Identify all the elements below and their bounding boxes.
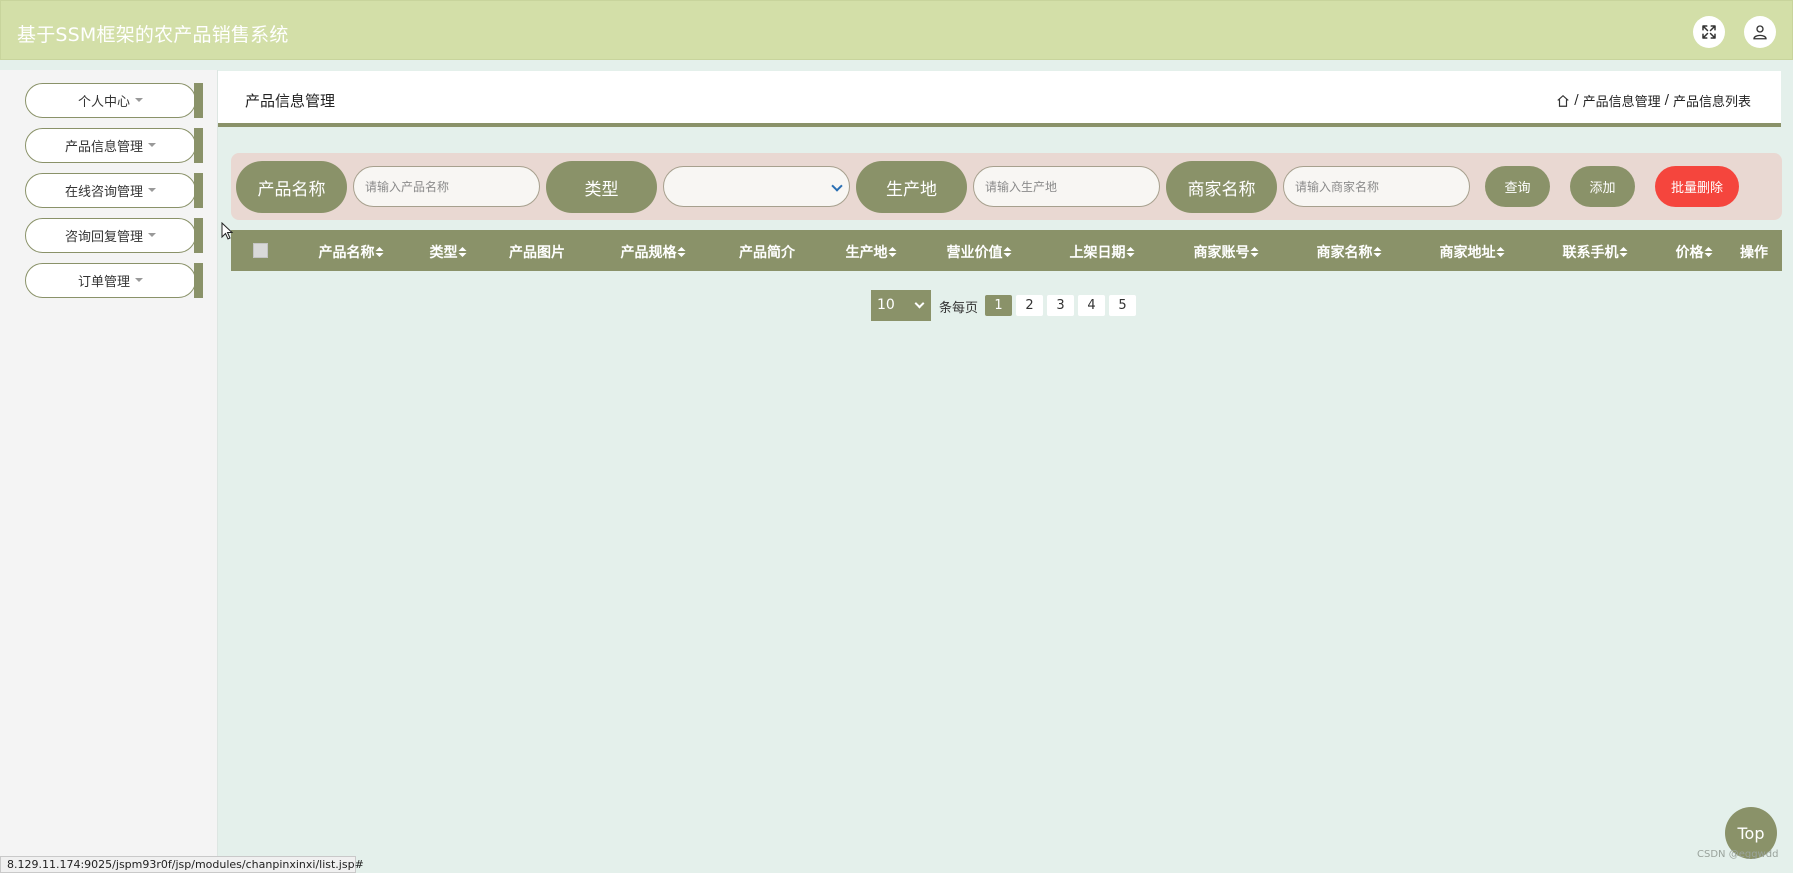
sidebar-item-online-consult[interactable]: 在线咨询管理 xyxy=(25,173,203,208)
fullscreen-icon xyxy=(1702,25,1716,39)
sort-icon xyxy=(1003,246,1012,258)
column-header-price[interactable]: 价格 xyxy=(1676,242,1713,262)
sort-icon xyxy=(677,246,686,258)
column-header-merchant-address[interactable]: 商家地址 xyxy=(1440,242,1505,262)
query-button[interactable]: 查询 xyxy=(1485,166,1550,207)
app-title: 基于SSM框架的农产品销售系统 xyxy=(17,24,289,46)
chevron-down-icon xyxy=(914,298,925,309)
table-header: 产品名称 类型 产品图片 产品规格 产品简介 生产地 营业价值 上架日期 商家账… xyxy=(231,230,1782,271)
column-header-merchant-account[interactable]: 商家账号 xyxy=(1194,242,1259,262)
chevron-down-icon xyxy=(831,180,843,192)
merchant-name-input[interactable] xyxy=(1283,166,1470,207)
panel-header: 产品信息管理 / 产品信息管理 / 产品信息列表 xyxy=(218,71,1781,127)
user-button[interactable] xyxy=(1744,16,1776,48)
column-header-product-intro: 产品简介 xyxy=(739,245,795,261)
sort-icon xyxy=(1496,246,1505,258)
sort-icon xyxy=(375,246,384,258)
column-header-product-spec[interactable]: 产品规格 xyxy=(621,242,686,262)
sort-icon xyxy=(1619,246,1628,258)
type-select[interactable] xyxy=(663,166,850,207)
search-bar: 产品名称 类型 生产地 商家名称 查询 添加 批量删除 xyxy=(231,153,1782,220)
product-name-label: 产品名称 xyxy=(236,161,347,213)
caret-down-icon xyxy=(148,142,156,147)
add-button[interactable]: 添加 xyxy=(1570,166,1635,207)
sort-icon xyxy=(1704,246,1713,258)
breadcrumb-item-product-info[interactable]: 产品信息管理 xyxy=(1583,91,1661,110)
product-name-input[interactable] xyxy=(353,166,540,207)
status-url: 8.129.11.174:9025/jspm93r0f/jsp/modules/… xyxy=(0,856,364,873)
top-header: 基于SSM框架的农产品销售系统 xyxy=(0,0,1793,60)
mouse-cursor-icon xyxy=(221,222,233,240)
sidebar: 个人中心 产品信息管理 在线咨询管理 咨询回复管理 订单管理 xyxy=(0,70,218,873)
sort-icon xyxy=(1126,246,1135,258)
sort-icon xyxy=(888,246,897,258)
page-button-4[interactable]: 4 xyxy=(1078,295,1105,316)
caret-down-icon xyxy=(135,97,143,102)
column-header-business-value[interactable]: 营业价值 xyxy=(947,242,1012,262)
column-header-actions: 操作 xyxy=(1740,245,1768,261)
column-header-origin[interactable]: 生产地 xyxy=(846,242,897,262)
sort-icon xyxy=(1250,246,1259,258)
breadcrumb-separator: / xyxy=(1574,93,1579,108)
sidebar-item-label: 咨询回复管理 xyxy=(64,230,143,245)
breadcrumb-item-product-list: 产品信息列表 xyxy=(1672,95,1751,110)
page-button-5[interactable]: 5 xyxy=(1109,295,1136,316)
merchant-name-label: 商家名称 xyxy=(1166,161,1277,213)
page-title: 产品信息管理 xyxy=(245,92,336,110)
sidebar-item-consult-reply[interactable]: 咨询回复管理 xyxy=(25,218,203,253)
sidebar-item-orders[interactable]: 订单管理 xyxy=(25,263,203,298)
user-icon xyxy=(1753,25,1767,40)
breadcrumb-separator: / xyxy=(1664,93,1669,108)
page-button-2[interactable]: 2 xyxy=(1016,295,1043,316)
sidebar-item-label: 产品信息管理 xyxy=(64,140,143,155)
caret-down-icon xyxy=(135,277,143,282)
sidebar-item-label: 在线咨询管理 xyxy=(64,185,143,200)
breadcrumb: / 产品信息管理 / 产品信息列表 xyxy=(1556,91,1751,110)
per-page-label: 条每页 xyxy=(939,301,979,316)
sort-icon xyxy=(1373,246,1382,258)
caret-down-icon xyxy=(148,187,156,192)
sidebar-item-personal-center[interactable]: 个人中心 xyxy=(25,83,203,118)
page-size-select[interactable]: 10 xyxy=(871,290,931,321)
watermark: CSDN @eggwdd xyxy=(1697,849,1779,860)
home-icon[interactable] xyxy=(1556,94,1570,108)
type-label: 类型 xyxy=(546,161,657,213)
column-header-product-image: 产品图片 xyxy=(509,245,565,261)
sidebar-item-product-info[interactable]: 产品信息管理 xyxy=(25,128,203,163)
column-header-type[interactable]: 类型 xyxy=(430,242,467,262)
column-header-merchant-name[interactable]: 商家名称 xyxy=(1317,242,1382,262)
caret-down-icon xyxy=(148,232,156,237)
column-header-product-name[interactable]: 产品名称 xyxy=(319,242,384,262)
column-header-contact-phone[interactable]: 联系手机 xyxy=(1563,242,1628,262)
column-header-listing-date[interactable]: 上架日期 xyxy=(1070,242,1135,262)
origin-label: 生产地 xyxy=(856,161,967,213)
sidebar-item-label: 个人中心 xyxy=(77,95,130,110)
page-button-3[interactable]: 3 xyxy=(1047,295,1074,316)
select-all-checkbox[interactable] xyxy=(253,243,268,258)
sidebar-item-label: 订单管理 xyxy=(77,275,130,290)
page-button-1[interactable]: 1 xyxy=(985,295,1012,316)
fullscreen-button[interactable] xyxy=(1693,16,1725,48)
batch-delete-button[interactable]: 批量删除 xyxy=(1655,166,1739,207)
origin-input[interactable] xyxy=(973,166,1160,207)
sort-icon xyxy=(458,246,467,258)
